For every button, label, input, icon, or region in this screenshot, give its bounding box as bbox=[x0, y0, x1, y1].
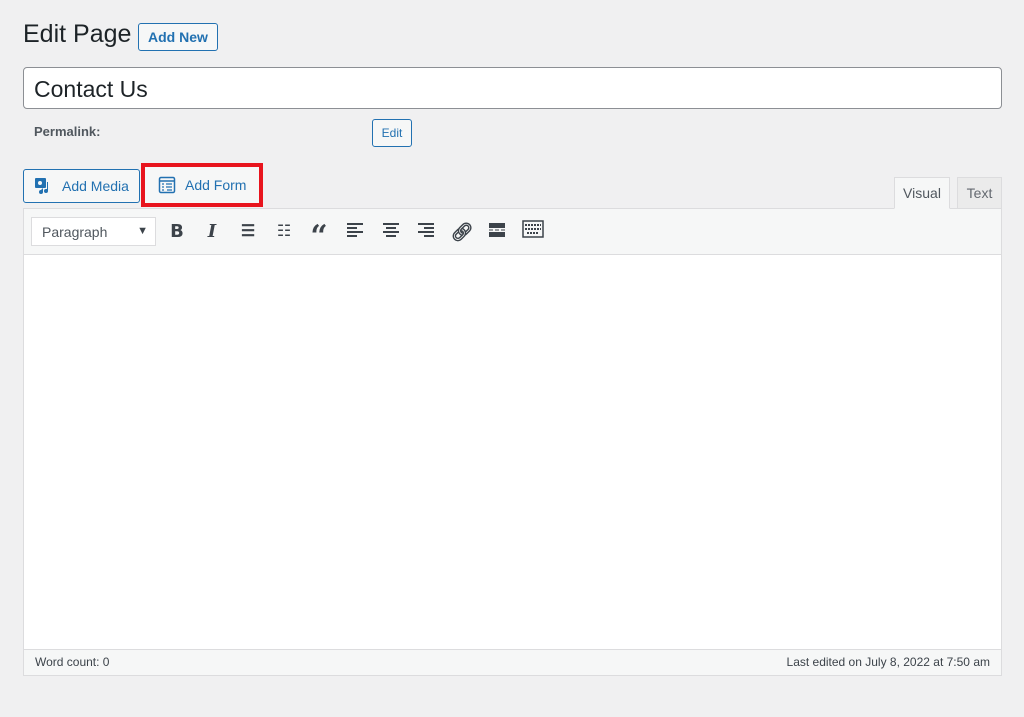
chevron-down-icon: ▼ bbox=[137, 225, 148, 237]
format-select[interactable]: Paragraph ▼ bbox=[31, 217, 156, 246]
add-form-label: Add Form bbox=[185, 177, 247, 193]
editor-status-bar: Word count: 0 Last edited on July 8, 202… bbox=[24, 649, 1001, 675]
permalink-label: Permalink: bbox=[34, 124, 101, 139]
align-center-icon[interactable] bbox=[378, 219, 404, 245]
blockquote-icon[interactable]: “ bbox=[306, 219, 332, 254]
align-right-icon[interactable] bbox=[413, 219, 439, 245]
tab-visual[interactable]: Visual bbox=[894, 177, 950, 209]
word-count: Word count: 0 bbox=[35, 655, 110, 669]
permalink-edit-button[interactable]: Edit bbox=[372, 119, 412, 147]
page-title: Edit Page bbox=[23, 20, 132, 48]
format-select-value: Paragraph bbox=[42, 224, 108, 240]
bullet-list-icon[interactable]: ☰ bbox=[235, 219, 261, 245]
bold-icon[interactable]: B bbox=[164, 219, 190, 245]
align-left-icon[interactable] bbox=[342, 219, 368, 245]
read-more-icon[interactable] bbox=[484, 219, 510, 245]
tab-text[interactable]: Text bbox=[957, 177, 1002, 209]
numbered-list-icon[interactable]: ☷ bbox=[271, 219, 297, 245]
add-form-button[interactable]: Add Form bbox=[141, 163, 263, 207]
form-icon bbox=[158, 176, 176, 194]
add-media-button[interactable]: Add Media bbox=[23, 169, 140, 203]
add-media-label: Add Media bbox=[62, 178, 129, 194]
link-icon[interactable]: 🔗︎ bbox=[449, 219, 475, 245]
toolbar-toggle-icon[interactable] bbox=[520, 219, 546, 245]
editor: Paragraph ▼ B I ☰ ☷ “ 🔗︎ Word count: 0 La… bbox=[23, 208, 1002, 676]
add-new-button[interactable]: Add New bbox=[138, 23, 218, 51]
italic-icon[interactable]: I bbox=[199, 219, 225, 245]
last-edited: Last edited on July 8, 2022 at 7:50 am bbox=[786, 655, 990, 669]
editor-toolbar: Paragraph ▼ B I ☰ ☷ “ 🔗︎ bbox=[24, 209, 1001, 255]
title-input[interactable]: Contact Us bbox=[23, 67, 1002, 109]
media-icon bbox=[35, 178, 48, 194]
